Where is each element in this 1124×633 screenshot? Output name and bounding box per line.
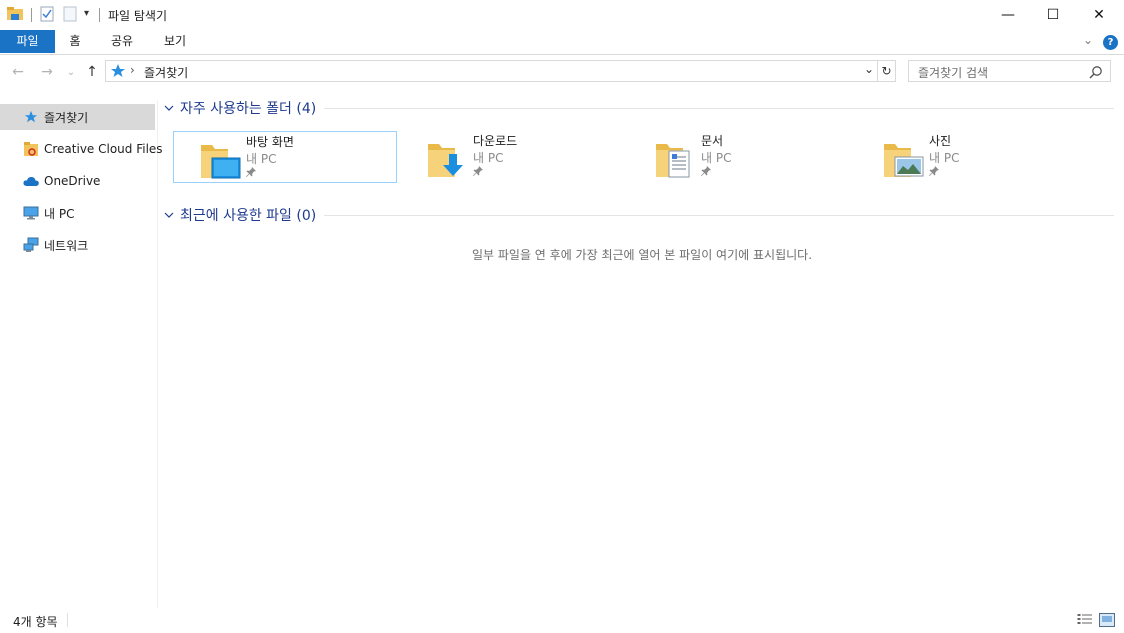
sidebar-item-creative-cloud-files[interactable]: Creative Cloud Files: [0, 136, 163, 162]
desktop-folder-icon: [200, 138, 242, 180]
close-icon: ✕: [1093, 7, 1105, 23]
refresh-button[interactable]: ↻: [878, 60, 896, 82]
qat-customize-dropdown-icon[interactable]: ▾: [84, 8, 89, 19]
pin-icon: [929, 166, 939, 179]
sidebar-item-label: OneDrive: [44, 174, 101, 188]
pin-icon: [701, 166, 711, 179]
pc-monitor-icon: [23, 205, 39, 221]
new-folder-icon[interactable]: [63, 6, 77, 22]
forward-button[interactable]: →: [38, 63, 56, 81]
tab-file[interactable]: 파일: [0, 30, 55, 53]
address-dropdown-icon[interactable]: ⌄: [864, 62, 874, 76]
group-divider: [324, 107, 1114, 109]
item-count: 4개 항목: [13, 615, 58, 629]
search-input[interactable]: 즐겨찾기 검색: [918, 64, 988, 81]
frequent-folders-header[interactable]: 자주 사용하는 폴더 (4): [164, 98, 1114, 118]
folder-location: 내 PC: [701, 151, 732, 165]
up-button[interactable]: ↑: [83, 63, 101, 81]
recent-locations-button[interactable]: ⌄: [62, 63, 80, 81]
quick-access-star-icon: [110, 64, 126, 78]
folder-tile-pictures[interactable]: 사진 내 PC: [857, 131, 1081, 183]
recent-files-header[interactable]: 최근에 사용한 파일 (0): [164, 205, 1114, 225]
breadcrumb-current[interactable]: 즐겨찾기: [144, 64, 188, 81]
status-bar: 4개 항목: [0, 608, 1124, 633]
tab-view[interactable]: 보기: [158, 30, 192, 53]
help-icon[interactable]: ?: [1103, 35, 1118, 50]
folder-tile-downloads[interactable]: 다운로드 내 PC: [401, 131, 625, 183]
pin-icon: [473, 166, 483, 179]
breadcrumb-separator: ›: [130, 63, 135, 77]
onedrive-cloud-icon: [23, 173, 39, 189]
folder-location: 내 PC: [473, 151, 504, 165]
minimize-button[interactable]: —: [985, 0, 1031, 30]
star-icon: [23, 109, 39, 125]
forward-arrow-icon: →: [41, 64, 53, 80]
up-arrow-icon: ↑: [86, 64, 98, 80]
large-icons-view-icon[interactable]: [1099, 613, 1115, 627]
title-bar: ▾ 파일 탐색기 — ☐ ✕: [0, 0, 1124, 30]
group-divider: [324, 214, 1114, 216]
details-view-icon[interactable]: [1077, 613, 1093, 627]
pin-icon: [246, 167, 256, 180]
file-explorer-icon: [6, 6, 24, 22]
status-separator: [67, 613, 68, 627]
folder-name: 다운로드: [473, 134, 518, 148]
minimize-icon: —: [1001, 7, 1015, 23]
sidebar-item-label: Creative Cloud Files: [44, 142, 163, 156]
expand-ribbon-icon[interactable]: ⌄: [1083, 33, 1093, 47]
sidebar-item-this-pc[interactable]: 내 PC: [0, 200, 155, 226]
maximize-button[interactable]: ☐: [1030, 0, 1076, 30]
tab-home[interactable]: 홈: [60, 30, 90, 53]
folder-location: 내 PC: [929, 151, 960, 165]
folder-tile-documents[interactable]: 문서 내 PC: [629, 131, 853, 183]
chevron-down-icon: [164, 102, 178, 115]
group-title: 자주 사용하는 폴더 (4): [180, 101, 317, 117]
search-icon[interactable]: [1089, 65, 1103, 79]
network-icon: [23, 237, 39, 253]
ribbon-tabs: 파일 홈 공유 보기 ⌄ ?: [0, 30, 1124, 55]
recent-files-empty-message: 일부 파일을 연 후에 가장 최근에 열어 본 파일이 여기에 표시됩니다.: [471, 248, 813, 262]
chevron-down-icon: [164, 209, 178, 222]
creative-cloud-folder-icon: [23, 141, 39, 157]
back-arrow-icon: ←: [12, 64, 24, 80]
folder-tile-desktop[interactable]: 바탕 화면 내 PC: [173, 131, 397, 183]
folder-name: 문서: [701, 134, 724, 148]
window-title: 파일 탐색기: [108, 9, 168, 23]
sidebar-item-quick-access[interactable]: 즐겨찾기: [0, 104, 155, 130]
pictures-folder-icon: [883, 137, 925, 179]
sidebar-item-label: 즐겨찾기: [44, 110, 89, 125]
address-bar[interactable]: › 즐겨찾기 ⌄: [105, 60, 878, 82]
refresh-icon: ↻: [881, 64, 892, 78]
close-button[interactable]: ✕: [1076, 0, 1122, 30]
folder-location: 내 PC: [246, 152, 277, 166]
folder-name: 사진: [929, 134, 952, 148]
maximize-icon: ☐: [1046, 7, 1060, 23]
properties-icon[interactable]: [40, 6, 54, 22]
sidebar-item-network[interactable]: 네트워크: [0, 232, 155, 258]
qat-separator: [99, 8, 100, 22]
back-button[interactable]: ←: [9, 63, 27, 81]
search-box[interactable]: 즐겨찾기 검색: [908, 60, 1111, 82]
sidebar-item-onedrive[interactable]: OneDrive: [0, 168, 155, 194]
documents-folder-icon: [655, 137, 697, 179]
qat-separator: [31, 8, 32, 22]
folder-name: 바탕 화면: [246, 135, 294, 149]
downloads-folder-icon: [427, 137, 469, 179]
navigation-pane: 즐겨찾기 Creative Cloud Files OneDrive 내 PC …: [0, 100, 163, 608]
sidebar-item-label: 내 PC: [44, 206, 75, 221]
sidebar-item-label: 네트워크: [44, 238, 89, 253]
tab-share[interactable]: 공유: [104, 30, 140, 53]
group-title: 최근에 사용한 파일 (0): [180, 208, 317, 224]
chevron-down-icon: ⌄: [66, 66, 76, 78]
